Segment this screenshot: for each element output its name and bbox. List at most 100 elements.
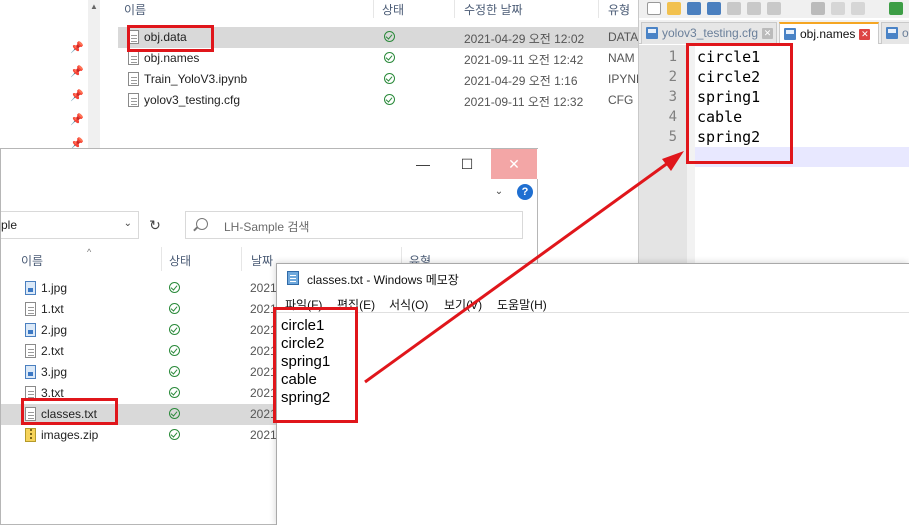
print-icon[interactable] [767,2,781,15]
menu-edit[interactable]: 편집(E) [337,296,375,313]
menu-format[interactable]: 서식(O) [389,296,428,313]
column-divider[interactable] [598,0,599,18]
window-titlebar[interactable]: — ☐ ✕ [1,149,538,179]
column-type[interactable]: 유형 [608,1,630,18]
file-date: 2021 [250,323,277,337]
column-status[interactable]: 상태 [382,1,404,18]
search-placeholder: LH-Sample 검색 [224,220,310,234]
file-icon [128,51,139,65]
file-name: classes.txt [41,407,98,421]
save-icon [886,27,898,39]
column-divider[interactable] [241,247,242,271]
open-folder-icon[interactable] [667,2,681,15]
cut-icon[interactable] [811,2,825,15]
code-line[interactable]: circle1 [697,47,760,67]
column-header: 이름 상태 수정한 날짜 유형 [118,0,640,18]
zip-file-icon [25,428,36,442]
file-name: 2.jpg [41,323,68,337]
code-line[interactable]: spring1 [697,87,760,107]
code-line[interactable]: spring2 [697,127,760,147]
save-icon[interactable] [687,2,701,15]
new-file-icon[interactable] [647,2,661,15]
file-name: images.zip [41,428,99,442]
file-name: yolov3_testing.cfg [144,93,241,107]
copy-icon[interactable] [831,2,845,15]
file-name: obj.names [144,51,200,65]
tab-obj-names[interactable]: obj.names ✕ [779,22,879,44]
code-line[interactable]: cable [697,107,742,127]
column-name[interactable]: 이름 [21,252,43,269]
file-row-yolov3-testing[interactable]: yolov3_testing.cfg 2021-09-11 오전 12:32 C… [118,90,640,111]
search-icon [196,218,208,230]
file-icon [128,93,139,107]
quick-access-pane: 📌 📌 📌 📌 📌 [0,0,100,150]
menu-file[interactable]: 파일(F) [285,296,322,313]
column-divider[interactable] [454,0,455,18]
file-name: 2.txt [41,344,64,358]
close-button[interactable]: ✕ [491,149,537,179]
file-row-obj-names[interactable]: obj.names 2021-09-11 오전 12:42 NAM [118,48,640,69]
column-status[interactable]: 상태 [169,252,191,269]
code-line[interactable]: circle2 [697,67,760,87]
paste-icon[interactable] [851,2,865,15]
menu-view[interactable]: 보기(V) [444,296,482,313]
text-file-icon [25,407,36,421]
column-modified[interactable]: 수정한 날짜 [464,1,523,18]
search-input[interactable]: LH-Sample 검색 [185,211,523,239]
menu-help[interactable]: 도움말(H) [497,296,547,313]
file-name: 3.jpg [41,365,68,379]
column-date[interactable]: 날짜 [251,252,273,269]
help-button[interactable]: ? [517,184,533,200]
sync-ok-icon [169,429,180,440]
pin-icon[interactable]: 📌 [70,114,84,126]
file-explorer-top: 📌 📌 📌 📌 📌 ▲ 이름 상태 수정한 날짜 유형 obj.data 202… [0,0,644,150]
line-number: 4 [668,109,677,125]
file-modified: 2021-04-29 오전 1:16 [464,74,578,88]
file-icon [128,72,139,86]
file-name: Train_YoloV3.ipynb [144,72,248,86]
pin-icon[interactable]: 📌 [70,90,84,102]
notepad-titlebar[interactable]: classes.txt - Windows 메모장 [277,264,909,292]
notepad-menubar: 파일(F) 편집(E) 서식(O) 보기(V) 도움말(H) [277,294,909,314]
nav-scrollbar[interactable]: ▲ [88,0,100,150]
column-divider[interactable] [161,247,162,271]
pin-icon[interactable]: 📌 [70,66,84,78]
desktop-screenshot: 📌 📌 📌 📌 📌 ▲ 이름 상태 수정한 날짜 유형 obj.data 202… [0,0,909,525]
chevron-down-icon[interactable]: ⌄ [493,186,505,198]
address-bar[interactable]: ple ⌄ [1,211,139,239]
column-divider[interactable] [373,0,374,18]
text-file-icon [25,344,36,358]
close-tab-icon[interactable]: ✕ [859,29,871,41]
image-file-icon [25,281,36,295]
chevron-down-icon[interactable]: ⌄ [124,218,132,229]
file-modified: 2021-09-11 오전 12:42 [464,53,584,67]
refresh-button[interactable]: ↻ [141,211,169,239]
file-date: 2021 [250,281,277,295]
sync-ok-icon [169,303,180,314]
minimize-button[interactable]: — [401,149,445,179]
file-name: 3.txt [41,386,64,400]
column-name[interactable]: 이름 [124,1,146,18]
tab-yolov3-testing[interactable]: yolov3_testing.cfg ✕ [641,22,777,44]
notepadpp-tab-bar: yolov3_testing.cfg✕ obj.names✕ ob [639,20,909,44]
pin-icon[interactable]: 📌 [70,42,84,54]
file-row-obj-data[interactable]: obj.data 2021-04-29 오전 12:02 DATA [118,27,640,48]
sync-ok-icon [169,408,180,419]
close-tab-icon[interactable]: ✕ [762,28,774,40]
undo-icon[interactable] [889,2,903,15]
maximize-button[interactable]: ☐ [445,149,489,179]
file-date: 2021 [250,344,277,358]
notepad-text-area[interactable]: circle1 circle2 spring1 cable spring2 [277,312,909,525]
file-modified: 2021-09-11 오전 12:32 [464,95,584,109]
save-all-icon[interactable] [707,2,721,15]
close-file-icon[interactable] [727,2,741,15]
file-name: 1.jpg [41,281,68,295]
scroll-up-icon[interactable]: ▲ [88,0,100,14]
text-line: spring1 [281,353,331,370]
tab-obj-data[interactable]: ob [881,22,909,44]
file-type: CFG [608,93,634,107]
line-number: 1 [668,49,677,65]
sync-ok-icon [384,31,395,42]
close-all-icon[interactable] [747,2,761,15]
file-row-train-yolov3[interactable]: Train_YoloV3.ipynb 2021-04-29 오전 1:16 IP… [118,69,644,90]
